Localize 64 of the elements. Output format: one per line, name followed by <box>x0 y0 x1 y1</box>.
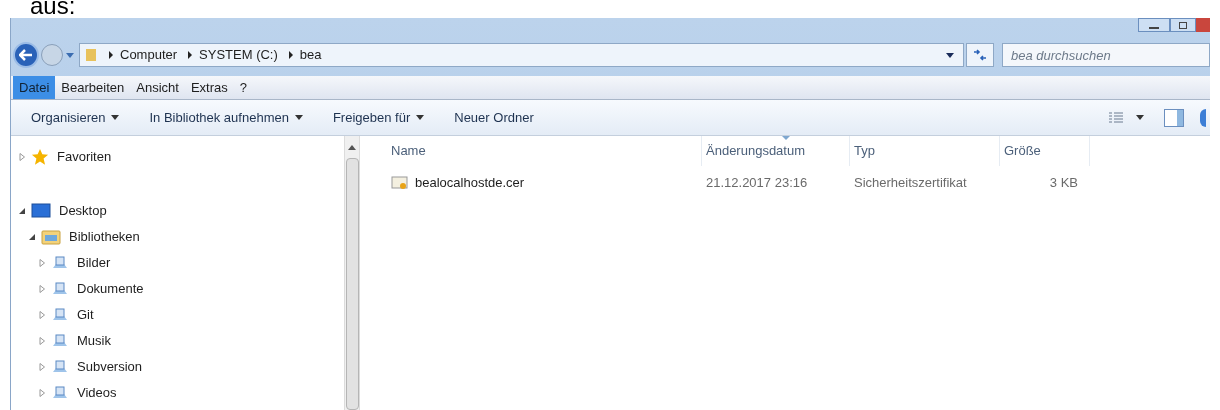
collapsed-arrow-icon[interactable] <box>38 337 46 345</box>
view-options-button[interactable] <box>1108 110 1144 125</box>
toolbar-button[interactable]: Freigeben für <box>332 107 425 128</box>
table-cell-text: 21.12.2017 23:16 <box>706 174 808 193</box>
breadcrumb[interactable]: Computer <box>120 45 178 65</box>
toolbar-button[interactable]: Organisieren <box>31 107 120 128</box>
minimize-button[interactable] <box>1138 18 1170 32</box>
tree-item[interactable]: Favoriten <box>57 147 112 167</box>
tree-item[interactable]: Bilder <box>77 253 111 273</box>
tree-item[interactable]: Dokumente <box>77 279 144 299</box>
file-row[interactable]: bealocalhostde.cer 21.12.2017 23:16 Sicherheitszertifikat 3 KB <box>387 170 1210 196</box>
breadcrumb[interactable]: SYSTEM (C:) <box>199 45 278 65</box>
tree-item[interactable]: Subversion <box>77 357 143 377</box>
column-header[interactable]: Größe <box>1000 136 1090 166</box>
table-cell-text: bealocalhostde.cer <box>415 174 525 193</box>
sort-arrow-icon <box>782 136 790 140</box>
tree-item[interactable]: Videos <box>77 383 117 403</box>
menu-item[interactable]: Ansicht <box>130 76 185 99</box>
certificate-icon <box>391 175 409 191</box>
monitor-icon <box>31 203 51 219</box>
column-header[interactable]: Name <box>387 136 702 166</box>
caret-icon <box>294 115 303 120</box>
caret-icon <box>416 115 425 120</box>
maximize-button[interactable] <box>1170 18 1196 32</box>
expanded-arrow-icon[interactable] <box>28 233 36 241</box>
breadcrumb[interactable]: bea <box>299 45 322 65</box>
collapsed-arrow-icon[interactable] <box>38 259 46 267</box>
column-header[interactable]: Typ <box>850 136 1000 166</box>
toolbar-button[interactable]: In Bibliothek aufnehmen <box>149 107 303 128</box>
menu-item[interactable]: Datei <box>13 76 56 99</box>
tree-item[interactable]: Git <box>77 305 94 325</box>
tree-item[interactable]: Desktop <box>59 201 107 221</box>
back-button[interactable] <box>13 42 39 68</box>
chevron-icon[interactable] <box>106 51 116 59</box>
menu-item[interactable]: ? <box>233 76 253 99</box>
caption-text: aus: <box>30 0 76 18</box>
search-field[interactable]: bea durchsuchen <box>1002 43 1210 67</box>
collapsed-arrow-icon[interactable] <box>38 311 46 319</box>
collapsed-arrow-icon[interactable] <box>38 363 46 371</box>
arrow-left-icon <box>19 49 33 61</box>
expanded-arrow-icon[interactable] <box>18 207 26 215</box>
folder-icon <box>84 47 98 63</box>
refresh-button[interactable] <box>966 43 994 67</box>
menu-item[interactable]: Bearbeiten <box>55 76 131 99</box>
list-view-icon <box>1108 110 1124 125</box>
caret-icon <box>111 115 120 120</box>
tree-item[interactable]: Bibliotheken <box>69 227 140 247</box>
scroll-up-icon[interactable] <box>348 144 356 152</box>
folder-icon <box>41 229 61 245</box>
tree-item[interactable]: Musik <box>77 331 111 351</box>
scrollbar[interactable] <box>344 136 360 410</box>
menu-item[interactable]: Extras <box>184 76 234 99</box>
caret-icon <box>1136 115 1144 120</box>
star-icon <box>31 148 49 166</box>
collapsed-arrow-icon[interactable] <box>18 153 26 161</box>
table-cell-text: Sicherheitszertifikat <box>854 174 967 193</box>
preview-pane-button[interactable] <box>1164 108 1184 127</box>
refresh-icon <box>973 49 987 61</box>
toolbar-button[interactable]: Neuer Ordner <box>454 107 534 128</box>
dropdown-icon[interactable] <box>945 51 955 59</box>
collapsed-arrow-icon[interactable] <box>38 389 46 397</box>
column-header[interactable]: Änderungsdatum <box>702 136 850 166</box>
table-cell-text: 3 KB <box>1049 174 1078 193</box>
collapsed-arrow-icon[interactable] <box>38 285 46 293</box>
